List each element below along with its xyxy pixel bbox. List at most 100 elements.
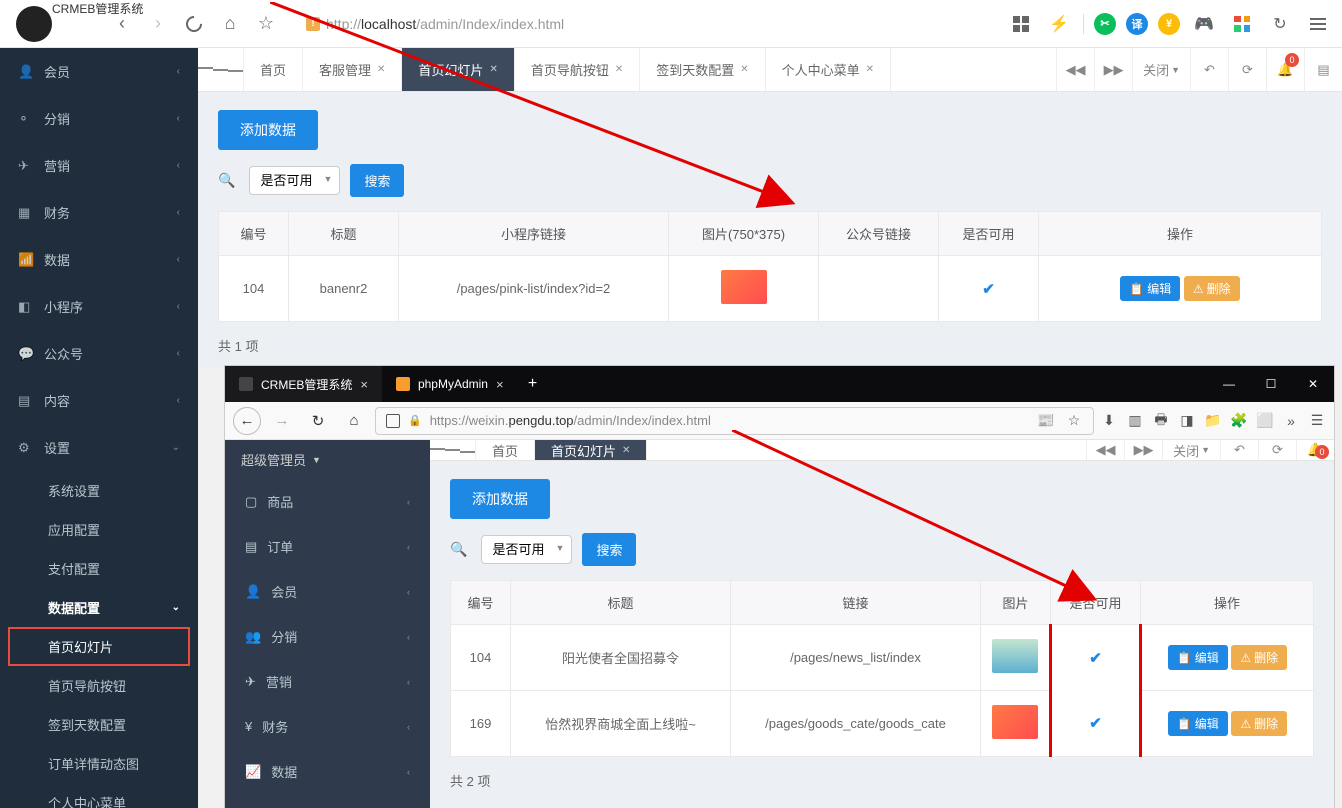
sidebar-sub-navbtn[interactable]: 首页导航按钮 — [0, 666, 198, 705]
scissors-icon[interactable]: ✂ — [1094, 13, 1116, 35]
new-tab-button[interactable]: + — [518, 366, 548, 402]
close-icon[interactable]: ✕ — [740, 64, 748, 75]
bookmark-icon[interactable]: ☆ — [252, 10, 280, 38]
qr-icon[interactable] — [1007, 10, 1035, 38]
url-input[interactable]: 🔒 https://weixin.pengdu.top/admin/Index/… — [375, 407, 1094, 435]
maximize-button[interactable]: ☐ — [1250, 366, 1292, 402]
avatar[interactable] — [16, 6, 52, 42]
undo-button[interactable]: ↶ — [1220, 440, 1258, 460]
refresh-button[interactable]: ⟳ — [1258, 440, 1296, 460]
sidebar-item-settings[interactable]: ⚙设置⌄ — [0, 424, 198, 471]
win2-tab-crmeb[interactable]: CRMEB管理系统× — [225, 366, 382, 402]
sidebar-item-finance[interactable]: ¥财务‹ — [225, 704, 430, 749]
close-icon[interactable]: ✕ — [377, 64, 385, 75]
close-icon[interactable]: × — [496, 377, 504, 392]
close-tabs-button[interactable]: 关闭▼ — [1132, 48, 1190, 91]
translate-icon[interactable]: 译 — [1126, 13, 1148, 35]
delete-button[interactable]: ⚠ 删除 — [1231, 645, 1287, 670]
close-icon[interactable]: ✕ — [866, 64, 874, 75]
user-dropdown[interactable]: 超级管理员▼ — [225, 440, 430, 479]
star-icon[interactable]: ☆ — [1065, 412, 1083, 430]
forward-button[interactable]: › — [144, 10, 172, 38]
close-icon[interactable]: × — [360, 377, 368, 392]
library-icon[interactable]: ▥ — [1126, 412, 1144, 430]
close-window-button[interactable]: ✕ — [1292, 366, 1334, 402]
sidebar-item-marketing[interactable]: ✈营销‹ — [0, 142, 198, 189]
delete-button[interactable]: ⚠ 删除 — [1231, 711, 1287, 736]
home-button[interactable]: ⌂ — [216, 10, 244, 38]
sidebar-sub-dataconfig[interactable]: 数据配置⌄ — [0, 588, 198, 627]
reader-icon[interactable]: 📰 — [1037, 412, 1055, 430]
sidebar-sub-slider-active[interactable]: 首页幻灯片 — [8, 627, 190, 666]
close-icon[interactable]: ✕ — [615, 64, 623, 75]
undo-button[interactable]: ↶ — [1190, 48, 1228, 91]
prev-button[interactable]: ◀◀ — [1056, 48, 1094, 91]
delete-button[interactable]: ⚠ 删除 — [1184, 276, 1240, 301]
tab-usercenter[interactable]: 个人中心菜单✕ — [766, 48, 891, 91]
bell-button[interactable]: 🔔0 — [1296, 440, 1334, 460]
sidebar-item-data[interactable]: 📈数据‹ — [225, 749, 430, 794]
currency-icon[interactable]: ¥ — [1158, 13, 1180, 35]
menu-icon[interactable] — [1304, 10, 1332, 38]
hamburger-icon[interactable] — [430, 440, 476, 460]
close-icon[interactable]: ✕ — [489, 64, 497, 75]
tab-slider[interactable]: 首页幻灯片✕ — [535, 440, 647, 460]
close-icon[interactable]: ✕ — [622, 445, 630, 456]
filter-select[interactable]: 是否可用 — [249, 166, 340, 195]
sidebar-sub-system[interactable]: 系统设置 — [0, 471, 198, 510]
minimize-button[interactable]: — — [1208, 366, 1250, 402]
flash-icon[interactable]: ⚡ — [1045, 10, 1073, 38]
tab-home[interactable]: 首页 — [476, 440, 535, 460]
more-icon[interactable]: » — [1282, 412, 1300, 430]
home-button[interactable]: ⌂ — [339, 406, 369, 436]
menu-icon[interactable]: ☰ — [1308, 412, 1326, 430]
sidebar-item-data[interactable]: 📶数据‹ — [0, 236, 198, 283]
addon-icon[interactable]: 🧩 — [1230, 412, 1248, 430]
sidebar-item-wechat[interactable]: 💬公众号‹ — [0, 330, 198, 377]
game-icon[interactable]: 🎮 — [1190, 10, 1218, 38]
tab-signin[interactable]: 签到天数配置✕ — [640, 48, 765, 91]
sidebar-item-order[interactable]: ▤订单‹ — [225, 524, 430, 569]
save-icon[interactable]: 📁 — [1204, 412, 1222, 430]
print-icon[interactable]: 🖶 — [1152, 412, 1170, 430]
prev-button[interactable]: ◀◀ — [1086, 440, 1124, 460]
edit-button[interactable]: 📋 编辑 — [1168, 711, 1228, 736]
filter-select[interactable]: 是否可用 — [481, 535, 572, 564]
refresh-button[interactable]: ⟳ — [1228, 48, 1266, 91]
window-icon[interactable]: ⬜ — [1256, 412, 1274, 430]
win2-tab-phpmyadmin[interactable]: phpMyAdmin× — [382, 366, 518, 402]
sidebar-icon[interactable]: ◨ — [1178, 412, 1196, 430]
close-tabs-button[interactable]: 关闭▼ — [1162, 440, 1220, 460]
download-icon[interactable]: ⬇ — [1100, 412, 1118, 430]
sidebar-item-marketing[interactable]: ✈营销‹ — [225, 659, 430, 704]
sidebar-item-miniapp[interactable]: ◧小程序‹ — [0, 283, 198, 330]
sidebar-item-distribution[interactable]: ⚬分销‹ — [0, 95, 198, 142]
hamburger-icon[interactable] — [198, 48, 244, 91]
search-button[interactable]: 搜索 — [582, 533, 636, 566]
back-button[interactable]: ← — [233, 407, 261, 435]
next-button[interactable]: ▶▶ — [1124, 440, 1162, 460]
apps-icon[interactable] — [1228, 10, 1256, 38]
sidebar-sub-orderdetail[interactable]: 订单详情动态图 — [0, 744, 198, 783]
sidebar-sub-usercenter[interactable]: 个人中心菜单 — [0, 783, 198, 808]
sidebar-item-distribution[interactable]: 👥分销‹ — [225, 614, 430, 659]
sidebar-sub-app[interactable]: 应用配置 — [0, 510, 198, 549]
sidebar-item-goods[interactable]: ▢商品‹ — [225, 479, 430, 524]
sidebar-item-member[interactable]: 👤会员‹ — [225, 569, 430, 614]
restore-icon[interactable]: ↻ — [1266, 10, 1294, 38]
search-button[interactable]: 搜索 — [350, 164, 404, 197]
tab-slider[interactable]: 首页幻灯片✕ — [402, 48, 514, 91]
bell-button[interactable]: 🔔0 — [1266, 48, 1304, 91]
tab-service[interactable]: 客服管理✕ — [303, 48, 402, 91]
url-bar[interactable]: ! http://localhost/admin/Index/index.htm… — [298, 16, 989, 32]
add-data-button[interactable]: 添加数据 — [218, 110, 318, 150]
sidebar-item-content[interactable]: ▤内容‹ — [0, 377, 198, 424]
sidebar-sub-pay[interactable]: 支付配置 — [0, 549, 198, 588]
add-data-button[interactable]: 添加数据 — [450, 479, 550, 519]
sidebar-item-finance[interactable]: ▦财务‹ — [0, 189, 198, 236]
list-button[interactable]: ▤ — [1304, 48, 1342, 91]
reload-button[interactable] — [180, 10, 208, 38]
edit-button[interactable]: 📋 编辑 — [1168, 645, 1228, 670]
reload-button[interactable]: ↻ — [303, 406, 333, 436]
next-button[interactable]: ▶▶ — [1094, 48, 1132, 91]
